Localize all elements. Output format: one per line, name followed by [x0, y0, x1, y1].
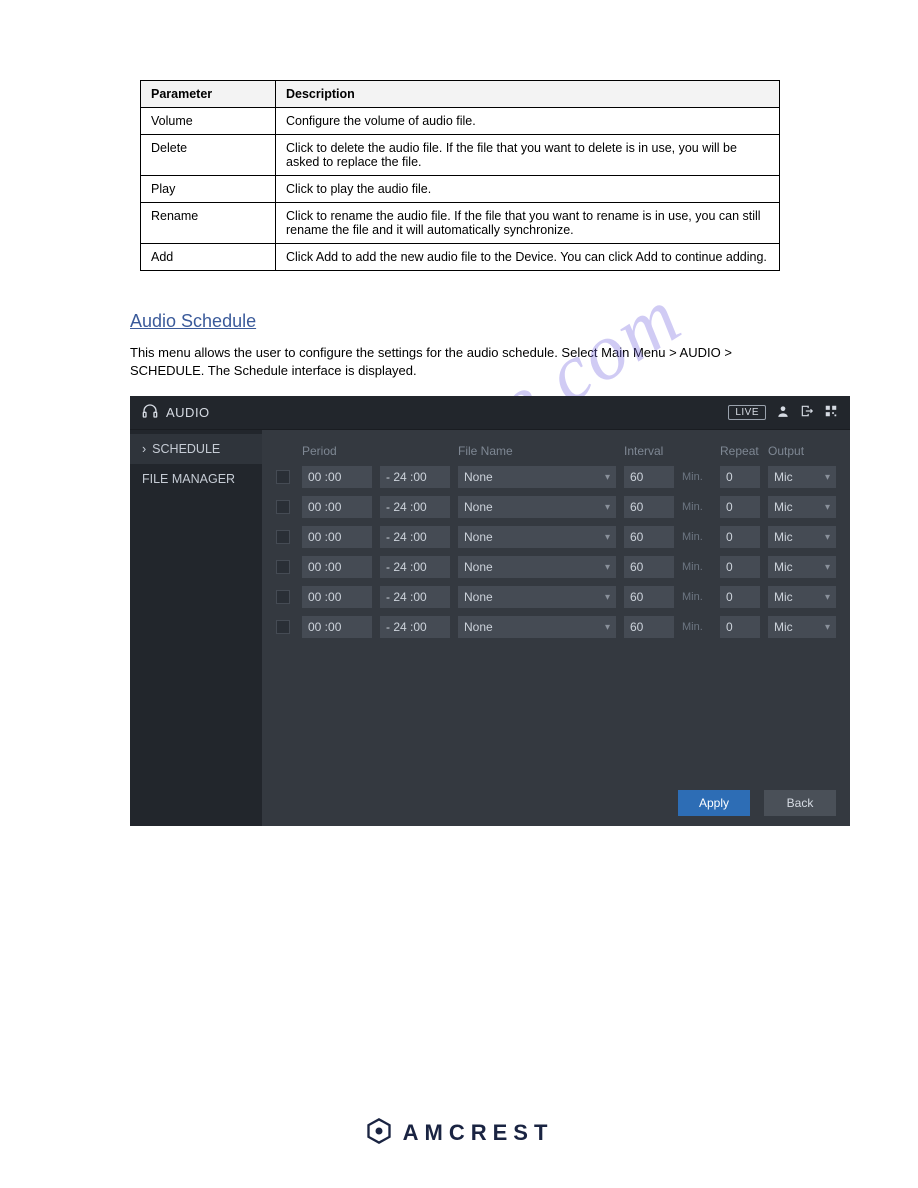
col-repeat: Repeat — [720, 444, 760, 458]
table-row: RenameClick to rename the audio file. If… — [141, 203, 780, 244]
back-button[interactable]: Back — [764, 790, 836, 816]
sidebar-item-schedule[interactable]: SCHEDULE — [130, 434, 262, 464]
output-select[interactable]: Mic — [768, 616, 836, 638]
main-panel: Period File Name Interval Repeat Output … — [262, 430, 850, 826]
period-start-input[interactable]: 00 :00 — [302, 556, 372, 578]
repeat-input[interactable]: 0 — [720, 496, 760, 518]
period-start-input[interactable]: 00 :00 — [302, 616, 372, 638]
filename-select[interactable]: None — [458, 556, 616, 578]
sidebar-item-file-manager[interactable]: FILE MANAGER — [130, 464, 262, 494]
period-end-input[interactable]: - 24 :00 — [380, 526, 450, 548]
row-checkbox[interactable] — [276, 560, 290, 574]
row-checkbox[interactable] — [276, 470, 290, 484]
period-end-input[interactable]: - 24 :00 — [380, 556, 450, 578]
period-end-input[interactable]: - 24 :00 — [380, 496, 450, 518]
sidebar: SCHEDULE FILE MANAGER — [130, 430, 262, 826]
table-row: DeleteClick to delete the audio file. If… — [141, 135, 780, 176]
period-start-input[interactable]: 00 :00 — [302, 586, 372, 608]
sidebar-item-label: SCHEDULE — [152, 442, 220, 456]
period-start-input[interactable]: 00 :00 — [302, 496, 372, 518]
interval-input[interactable]: 60 — [624, 556, 674, 578]
min-label: Min. — [682, 621, 712, 633]
output-select[interactable]: Mic — [768, 496, 836, 518]
hexagon-icon — [365, 1117, 393, 1148]
repeat-input[interactable]: 0 — [720, 526, 760, 548]
output-select[interactable]: Mic — [768, 466, 836, 488]
col-period: Period — [302, 444, 450, 458]
sidebar-item-label: FILE MANAGER — [142, 472, 235, 486]
topbar: AUDIO LIVE — [130, 396, 850, 430]
page-title: AUDIO — [166, 405, 210, 420]
live-badge[interactable]: LIVE — [728, 405, 766, 420]
min-label: Min. — [682, 591, 712, 603]
repeat-input[interactable]: 0 — [720, 466, 760, 488]
row-checkbox[interactable] — [276, 530, 290, 544]
period-end-input[interactable]: - 24 :00 — [380, 616, 450, 638]
min-label: Min. — [682, 501, 712, 513]
section-body: This menu allows the user to configure t… — [130, 344, 790, 380]
table-row: AddClick Add to add the new audio file t… — [141, 244, 780, 271]
table-row: VolumeConfigure the volume of audio file… — [141, 108, 780, 135]
audio-schedule-ui: AUDIO LIVE SCHEDULE — [130, 396, 850, 826]
min-label: Min. — [682, 531, 712, 543]
output-select[interactable]: Mic — [768, 526, 836, 548]
interval-input[interactable]: 60 — [624, 466, 674, 488]
row-checkbox[interactable] — [276, 620, 290, 634]
repeat-input[interactable]: 0 — [720, 616, 760, 638]
user-icon[interactable] — [776, 404, 790, 421]
period-end-input[interactable]: - 24 :00 — [380, 466, 450, 488]
min-label: Min. — [682, 561, 712, 573]
col-output: Output — [768, 444, 836, 458]
row-checkbox[interactable] — [276, 500, 290, 514]
filename-select[interactable]: None — [458, 616, 616, 638]
period-start-input[interactable]: 00 :00 — [302, 526, 372, 548]
filename-select[interactable]: None — [458, 466, 616, 488]
interval-input[interactable]: 60 — [624, 496, 674, 518]
headphones-icon — [142, 403, 158, 422]
output-select[interactable]: Mic — [768, 556, 836, 578]
interval-input[interactable]: 60 — [624, 586, 674, 608]
filename-select[interactable]: None — [458, 496, 616, 518]
period-start-input[interactable]: 00 :00 — [302, 466, 372, 488]
brand-name: AMCREST — [403, 1120, 554, 1146]
parameter-table: Parameter Description VolumeConfigure th… — [140, 80, 780, 271]
section-heading-audio-schedule: Audio Schedule — [130, 311, 858, 332]
qr-icon[interactable] — [824, 404, 838, 421]
apply-button[interactable]: Apply — [678, 790, 750, 816]
logout-icon[interactable] — [800, 404, 814, 421]
min-label: Min. — [682, 471, 712, 483]
interval-input[interactable]: 60 — [624, 526, 674, 548]
output-select[interactable]: Mic — [768, 586, 836, 608]
interval-input[interactable]: 60 — [624, 616, 674, 638]
table-row: PlayClick to play the audio file. — [141, 176, 780, 203]
repeat-input[interactable]: 0 — [720, 586, 760, 608]
th-description: Description — [276, 81, 780, 108]
brand-footer: AMCREST — [0, 1117, 918, 1148]
row-checkbox[interactable] — [276, 590, 290, 604]
period-end-input[interactable]: - 24 :00 — [380, 586, 450, 608]
th-parameter: Parameter — [141, 81, 276, 108]
repeat-input[interactable]: 0 — [720, 556, 760, 578]
filename-select[interactable]: None — [458, 526, 616, 548]
filename-select[interactable]: None — [458, 586, 616, 608]
col-file: File Name — [458, 444, 616, 458]
col-interval: Interval — [624, 444, 674, 458]
